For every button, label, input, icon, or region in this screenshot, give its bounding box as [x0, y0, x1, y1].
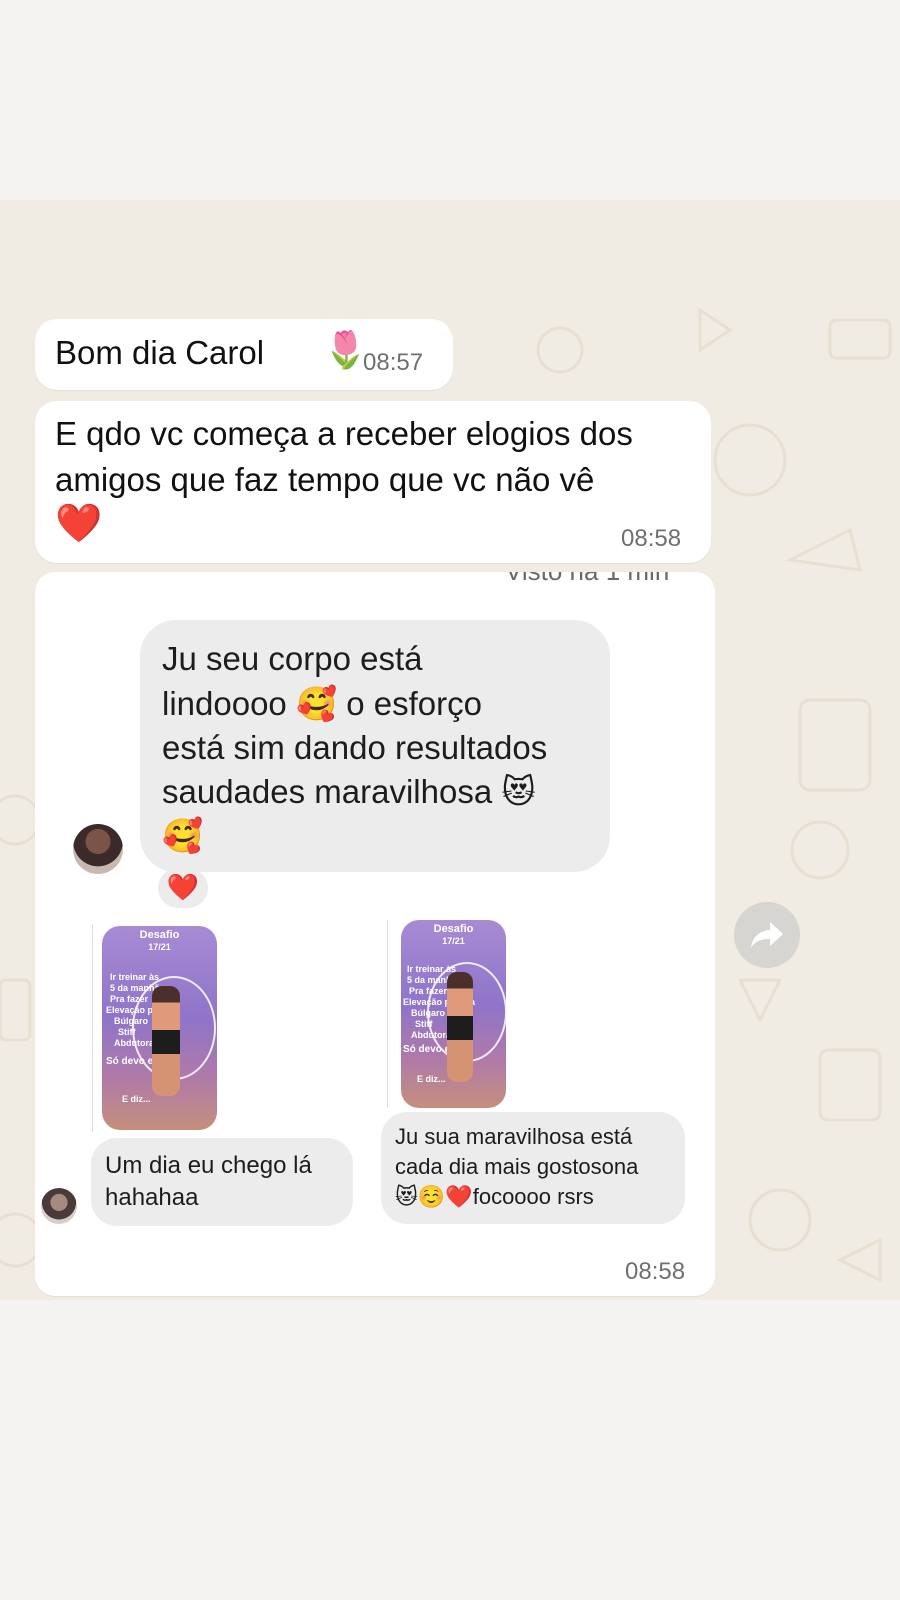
message-time: 08:58	[621, 525, 682, 552]
reply-right-line-1: Ju sua maravilhosa está	[395, 1124, 633, 1149]
sender-avatar	[73, 824, 123, 874]
story-divider-left	[92, 924, 93, 1132]
tulip-emoji-icon: 🌷	[323, 330, 368, 371]
story-thumbnail-right[interactable]: Desafio 17/21 Ir treinar às 5 da manhã P…	[401, 920, 506, 1108]
insta-line-1: Ju seu corpo está	[162, 640, 423, 677]
story-thumbnail-left[interactable]: Desafio 17/21 Ir treinar às 5 da manhã P…	[102, 926, 217, 1130]
bottom-blank-area	[0, 1300, 900, 1600]
message-text-line-2: amigos que faz tempo que vc não vê	[55, 461, 595, 498]
reply-bubble-right: Ju sua maravilhosa está cada dia mais go…	[381, 1112, 685, 1224]
message-time: 08:58	[625, 1258, 686, 1285]
message-time: 08:57	[363, 349, 424, 376]
message-bubble-1[interactable]: Bom dia Carol 🌷 08:57	[35, 319, 453, 390]
reaction-badge: ❤️	[158, 868, 208, 908]
reply-right-line-2: cada dia mais gostosona	[395, 1154, 639, 1179]
forward-arrow-icon	[751, 922, 783, 948]
message-bubble-2[interactable]: E qdo vc começa a receber elogios dos am…	[35, 401, 711, 563]
insta-line-3: está sim dando resultados	[162, 729, 548, 766]
forward-button[interactable]	[734, 902, 800, 968]
heart-reaction-icon: ❤️	[166, 873, 200, 903]
story-figure	[447, 972, 473, 1082]
reply-right-line-3: 😻☺️❤️focoooo rsrs	[395, 1184, 594, 1209]
message-text-line-1: E qdo vc começa a receber elogios dos	[55, 415, 633, 452]
reply-left-line-2: hahahaa	[105, 1184, 199, 1211]
heart-emoji-icon: ❤️	[55, 501, 103, 545]
reply-left-line-1: Um dia eu chego lá	[105, 1152, 312, 1179]
small-avatar	[41, 1188, 77, 1224]
story-figure	[152, 986, 180, 1096]
reply-bubble-left: Um dia eu chego lá hahahaa	[91, 1138, 353, 1226]
image-message-bubble[interactable]: Visto há 1 min Ju seu corpo está lindooo…	[35, 572, 715, 1296]
instagram-message-bubble: Ju seu corpo está lindoooo 🥰 o esforço e…	[140, 620, 610, 872]
insta-line-2: lindoooo 🥰 o esforço	[162, 685, 482, 722]
story-divider-right	[387, 920, 388, 1108]
insta-line-4: saudades maravilhosa 😻	[162, 773, 536, 810]
message-text: Bom dia Carol	[55, 334, 265, 371]
top-blank-area	[0, 0, 900, 200]
visto-text: Visto há 1 min	[505, 572, 669, 587]
insta-line-5: 🥰	[162, 817, 204, 854]
